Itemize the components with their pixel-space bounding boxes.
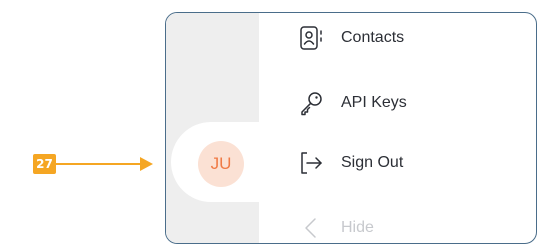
callout-badge: 27 [33, 154, 56, 174]
menu-item-label: Hide [341, 219, 374, 236]
avatar[interactable]: JU [198, 141, 244, 187]
contacts-icon [300, 26, 322, 50]
menu-item-sign-out[interactable]: Sign Out [298, 146, 403, 180]
callout-arrow [56, 157, 153, 171]
menu-item-label: Sign Out [341, 154, 404, 171]
sign-out-icon [301, 152, 322, 174]
menu-item-api-keys[interactable]: API Keys [298, 86, 407, 120]
menu-item-contacts[interactable]: Contacts [298, 21, 404, 55]
key-icon [301, 92, 322, 116]
menu-item-hide[interactable]: Hide [298, 211, 374, 243]
menu-item-label: API Keys [341, 94, 407, 111]
menu-item-label: Contacts [341, 29, 405, 46]
chevron-left-icon [305, 218, 316, 238]
user-menu-panel: JU Contacts API Keys Sign Out Hide [165, 12, 537, 244]
